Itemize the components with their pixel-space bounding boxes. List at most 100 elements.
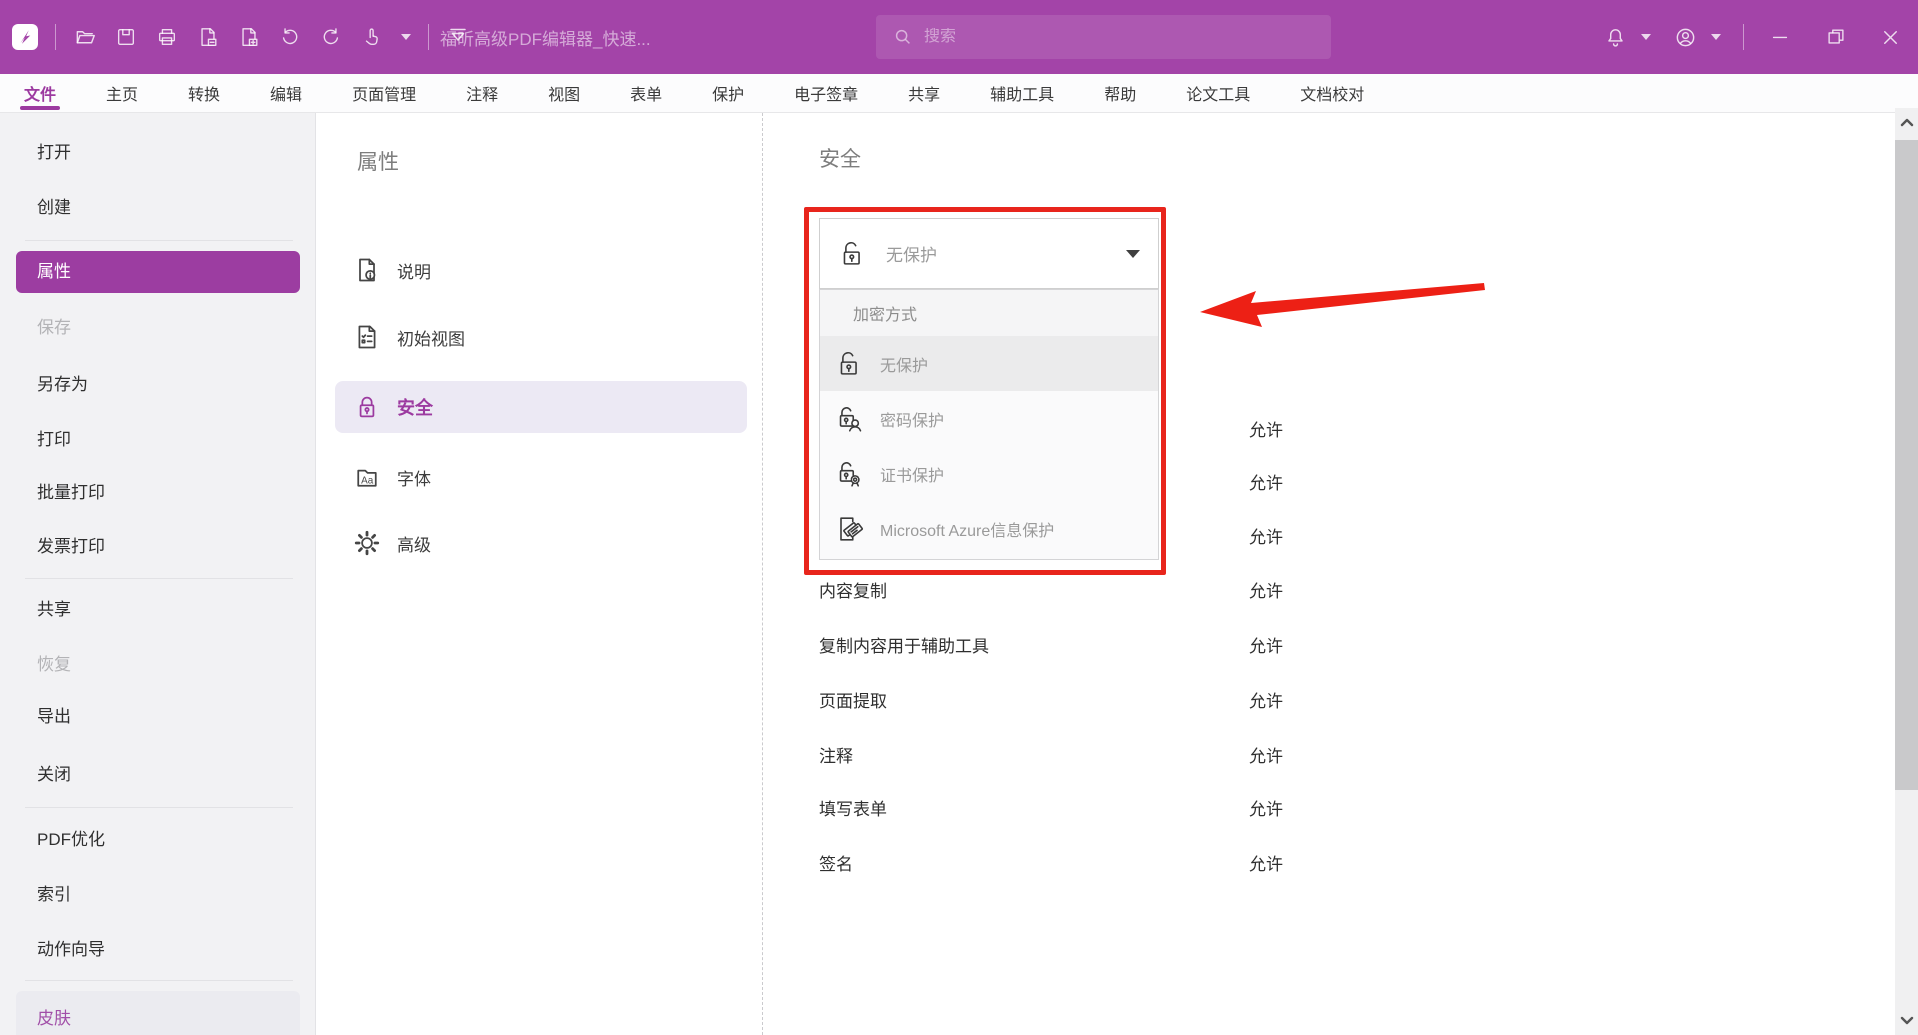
sidebar-item-print[interactable]: 打印 [16, 419, 300, 461]
tab-accessibility[interactable]: 辅助工具 [990, 74, 1054, 112]
properties-item-description[interactable]: 说明 [335, 244, 747, 296]
tab-page-management[interactable]: 页面管理 [352, 74, 416, 112]
properties-item-label: 说明 [397, 258, 431, 283]
permission-row-signing: 签名 允许 [764, 844, 1895, 886]
sidebar-item-open[interactable]: 打开 [16, 132, 300, 174]
sidebar-item-share[interactable]: 共享 [16, 589, 300, 631]
permission-row-fill-forms: 填写表单 允许 [764, 789, 1895, 831]
page-remove-icon[interactable] [196, 25, 220, 49]
sidebar-item-pdf-optimize[interactable]: PDF优化 [16, 819, 300, 861]
titlebar-separator [1743, 24, 1744, 50]
doc-info-icon [353, 256, 381, 284]
gear-icon [353, 529, 381, 557]
sidebar-item-action-wizard[interactable]: 动作向导 [16, 929, 300, 971]
hand-tool-icon[interactable] [360, 25, 384, 49]
file-backstage-view: 打开 创建 属性 保存 另存为 打印 批量打印 发票打印 共享 恢复 导出 关闭… [0, 113, 1918, 1035]
properties-item-label: 安全 [397, 394, 433, 420]
svg-text:Aa: Aa [361, 475, 374, 486]
hand-tool-caret-icon[interactable] [401, 34, 411, 40]
menu-tab-bar: 文件 主页 转换 编辑 页面管理 注释 视图 表单 保护 电子签章 共享 辅助工… [0, 74, 1918, 113]
scroll-down-button[interactable] [1895, 1007, 1918, 1035]
chevron-down-icon [1900, 1016, 1914, 1026]
tab-edit[interactable]: 编辑 [270, 74, 302, 112]
dropdown-option-azure-protection[interactable]: Microsoft Azure信息保护 [820, 501, 1158, 556]
security-method-dropdown[interactable]: 无保护 [819, 218, 1159, 289]
lock-certificate-icon [833, 458, 865, 490]
properties-item-label: 高级 [397, 531, 431, 556]
tab-form[interactable]: 表单 [630, 74, 662, 112]
properties-item-fonts[interactable]: Aa 字体 [335, 451, 747, 503]
permission-value: 允许 [1249, 517, 1283, 559]
tab-paper-tools[interactable]: 论文工具 [1186, 74, 1250, 112]
dropdown-option-no-protection[interactable]: 无保护 [820, 336, 1158, 391]
chevron-down-icon [1126, 250, 1140, 258]
restore-window-button[interactable] [1824, 25, 1848, 49]
chevron-up-icon [1900, 117, 1914, 127]
properties-item-label: 字体 [397, 465, 431, 490]
sidebar-item-index[interactable]: 索引 [16, 874, 300, 916]
sidebar-item-close[interactable]: 关闭 [16, 754, 300, 796]
tab-home[interactable]: 主页 [106, 74, 138, 112]
security-panel: 安全 允许 允许 允许 内容复制 允许 复制内容用于辅助工具 允许 页面提取 允… [764, 113, 1895, 1035]
lock-icon [353, 393, 381, 421]
sidebar-divider [25, 980, 293, 981]
account-caret-icon[interactable] [1711, 34, 1721, 40]
dropdown-option-password-protection[interactable]: 密码保护 [820, 391, 1158, 446]
sidebar-divider [25, 578, 293, 579]
doc-checklist-icon [353, 323, 381, 351]
unlock-icon [836, 238, 868, 270]
redo-icon[interactable] [319, 25, 343, 49]
properties-item-initial-view[interactable]: 初始视图 [335, 311, 747, 363]
tab-convert[interactable]: 转换 [188, 74, 220, 112]
sidebar-item-skin[interactable]: 皮肤 [16, 991, 300, 1035]
permission-value: 允许 [1249, 463, 1283, 505]
print-icon[interactable] [155, 25, 179, 49]
permission-row-content-copy: 内容复制 允许 [764, 571, 1895, 613]
titlebar-separator [55, 24, 56, 50]
minimize-button[interactable] [1768, 25, 1792, 49]
lock-user-icon [833, 403, 865, 435]
notifications-caret-icon[interactable] [1641, 34, 1651, 40]
search-input[interactable] [924, 28, 1304, 46]
save-icon[interactable] [114, 25, 138, 49]
search-box[interactable] [876, 15, 1331, 59]
permission-value: 允许 [1249, 736, 1283, 778]
dropdown-selected-value: 无保护 [886, 241, 1108, 266]
permission-value: 允许 [1249, 410, 1283, 452]
page-add-icon[interactable] [237, 25, 261, 49]
sidebar-item-create[interactable]: 创建 [16, 187, 300, 229]
tab-share[interactable]: 共享 [908, 74, 940, 112]
search-icon [892, 26, 914, 48]
scroll-up-button[interactable] [1895, 108, 1918, 136]
sidebar-item-export[interactable]: 导出 [16, 696, 300, 738]
annotation-arrow [1194, 278, 1494, 330]
dropdown-option-certificate-protection[interactable]: 证书保护 [820, 446, 1158, 501]
tab-help[interactable]: 帮助 [1104, 74, 1136, 112]
properties-item-advanced[interactable]: 高级 [335, 517, 747, 569]
undo-icon[interactable] [278, 25, 302, 49]
open-file-icon[interactable] [73, 25, 97, 49]
account-avatar-icon[interactable] [1673, 25, 1697, 49]
properties-panel-title: 属性 [357, 146, 399, 176]
sidebar-item-properties[interactable]: 属性 [16, 251, 300, 293]
tab-comment[interactable]: 注释 [466, 74, 498, 112]
tab-file[interactable]: 文件 [24, 74, 56, 112]
permission-value: 允许 [1249, 844, 1283, 886]
sidebar-item-save-as[interactable]: 另存为 [16, 364, 300, 406]
font-folder-icon: Aa [353, 463, 381, 491]
unlock-icon [833, 348, 865, 380]
close-window-button[interactable] [1878, 25, 1902, 49]
scrollbar-thumb[interactable] [1895, 140, 1918, 790]
file-menu-sidebar: 打开 创建 属性 保存 另存为 打印 批量打印 发票打印 共享 恢复 导出 关闭… [0, 113, 316, 1035]
titlebar-separator [428, 24, 429, 50]
properties-item-security[interactable]: 安全 [335, 381, 747, 433]
notifications-bell-icon[interactable] [1603, 25, 1627, 49]
sidebar-item-batch-print[interactable]: 批量打印 [16, 472, 300, 514]
permission-value: 允许 [1249, 626, 1283, 668]
tab-view[interactable]: 视图 [548, 74, 580, 112]
tab-protect[interactable]: 保护 [712, 74, 744, 112]
vertical-scrollbar[interactable] [1895, 108, 1918, 1035]
tab-proofread[interactable]: 文档校对 [1300, 74, 1364, 112]
tab-esign[interactable]: 电子签章 [794, 74, 858, 112]
sidebar-item-invoice-print[interactable]: 发票打印 [16, 526, 300, 568]
